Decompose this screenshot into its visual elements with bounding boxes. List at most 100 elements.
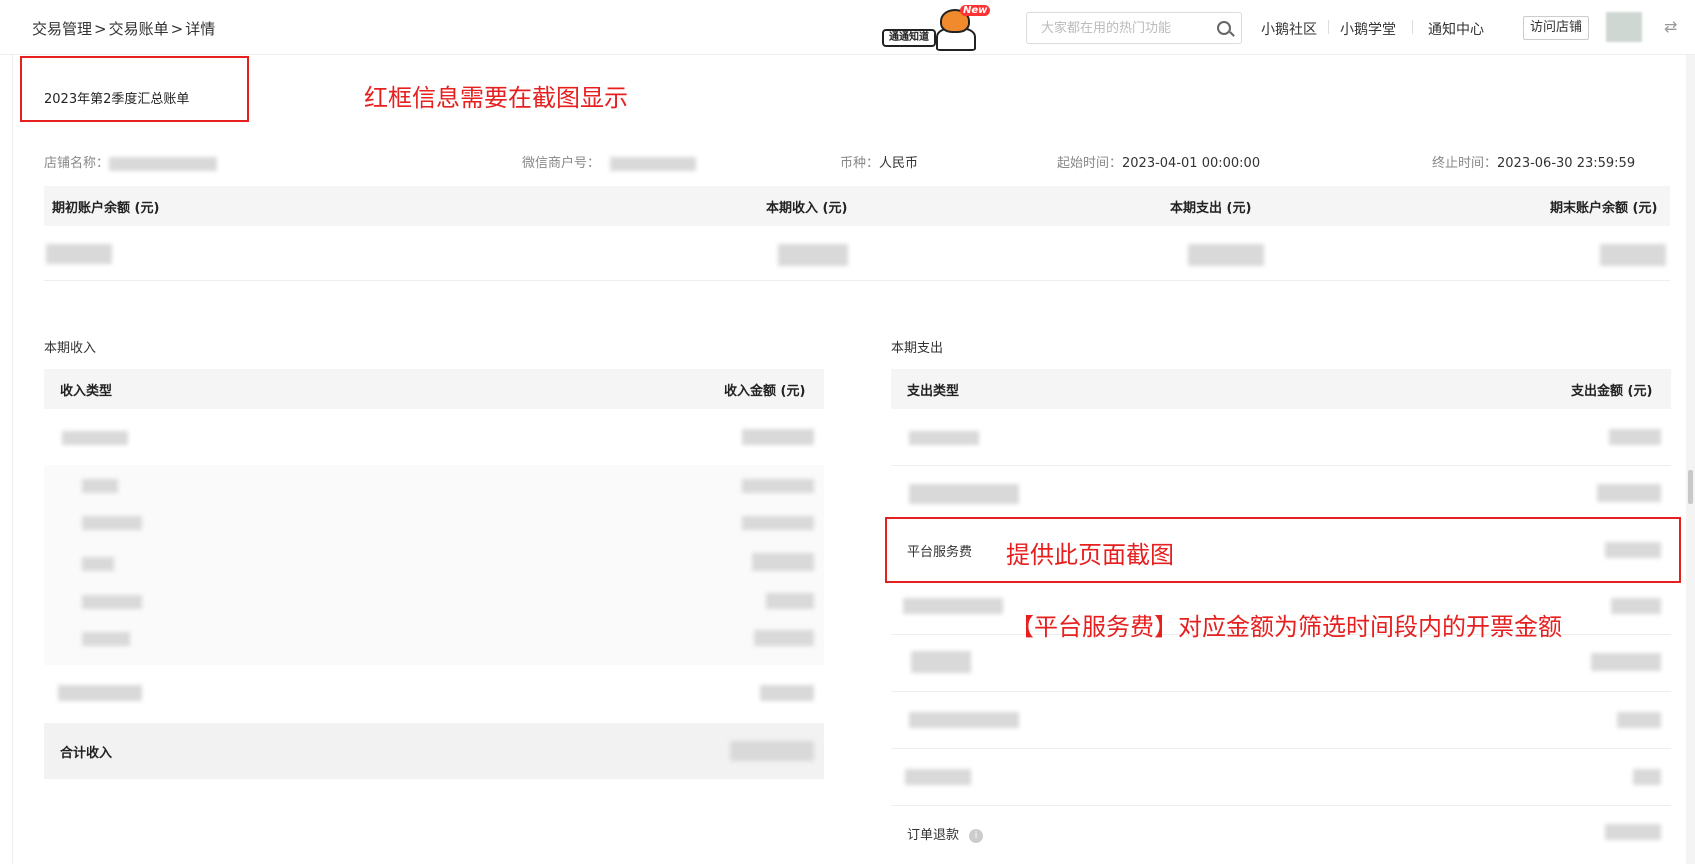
income-table-header: 收入类型 收入金额 (元) [44, 369, 824, 409]
table-row [891, 692, 1671, 748]
expense-type-redacted [909, 484, 1019, 504]
expense-type-redacted [911, 651, 971, 673]
merchant-id-field: 微信商户号： [522, 152, 697, 171]
start-time-field: 起始时间：2023-04-01 00:00:00 [1057, 152, 1260, 171]
expense-amount-redacted [1633, 769, 1661, 785]
search-box[interactable] [1026, 12, 1242, 44]
col-income-type: 收入类型 [60, 384, 113, 399]
annotation-top: 红框信息需要在截图显示 [364, 84, 628, 112]
promo-label: 通通知道 [882, 29, 936, 47]
col-expense-type: 支出类型 [907, 384, 960, 399]
currency-label: 币种： [840, 156, 880, 171]
list-item-redacted [742, 516, 814, 530]
summary-table-row [44, 226, 1670, 281]
merchant-id-label: 微信商户号： [522, 156, 601, 171]
store-name-label: 店铺名称： [44, 156, 110, 171]
income-type-redacted [58, 685, 142, 701]
nav-notifications[interactable]: 通知中心 [1428, 19, 1484, 39]
expense-type-redacted [909, 712, 1019, 728]
income-section-title: 本期收入 [44, 341, 97, 356]
nav-community[interactable]: 小鹅社区 [1261, 19, 1317, 39]
table-row [891, 466, 1671, 522]
col-income-amount: 收入金额 (元) [724, 384, 806, 399]
top-bar: 交易管理>交易账单>详情 通通知道 New 小鹅社区 小鹅学堂 通知中心 访问店… [0, 0, 1695, 55]
end-time-value: 2023-06-30 23:59:59 [1497, 156, 1636, 171]
start-time-value: 2023-04-01 00:00:00 [1122, 156, 1261, 171]
income-total-row: 合计收入 [44, 723, 824, 779]
breadcrumb-details: 详情 [185, 20, 216, 38]
promo-mascot-banner[interactable]: 通通知道 New [882, 5, 991, 51]
end-time-label: 终止时间： [1432, 156, 1498, 171]
search-icon[interactable] [1217, 21, 1231, 35]
store-name-field: 店铺名称： [44, 152, 218, 171]
breadcrumb: 交易管理 > 交易账单 > 详情 [32, 18, 215, 39]
list-item-redacted [82, 557, 114, 571]
list-item-redacted [766, 593, 814, 609]
new-badge: New [960, 5, 991, 16]
expense-type-redacted [909, 431, 979, 445]
table-row [891, 635, 1671, 691]
income-amount-redacted [742, 429, 814, 445]
table-row [891, 749, 1671, 805]
table-row [44, 667, 824, 721]
list-item-redacted [82, 479, 118, 493]
expense-section-title: 本期支出 [891, 341, 944, 356]
expense-amount-redacted [1617, 712, 1661, 728]
col-period-expense: 本期支出 (元) [1170, 201, 1252, 216]
period-expense-redacted [1188, 244, 1264, 266]
visit-store-button[interactable]: 访问店铺 [1523, 16, 1589, 40]
expense-amount-redacted [1591, 653, 1661, 671]
breadcrumb-separator: > [94, 20, 107, 38]
refund-label-wrap: 订单退款 i [907, 824, 984, 843]
expense-type-redacted [905, 769, 971, 785]
breadcrumb-separator: > [170, 20, 184, 38]
col-closing-balance: 期末账户余额 (元) [1550, 201, 1658, 216]
expense-amount-redacted [1611, 598, 1661, 614]
switch-account-icon[interactable]: ⇄ [1664, 17, 1677, 36]
search-input[interactable] [1027, 13, 1207, 43]
list-item-redacted [754, 630, 814, 646]
list-item-redacted [752, 553, 814, 571]
currency-value: 人民币 [879, 156, 919, 171]
table-row [44, 409, 824, 465]
merchant-id-value-redacted [610, 156, 697, 171]
opening-balance-redacted [46, 244, 112, 264]
start-time-label: 起始时间： [1057, 156, 1123, 171]
table-row [891, 409, 1671, 465]
expense-table-header: 支出类型 支出金额 (元) [891, 369, 1671, 409]
info-icon[interactable]: i [969, 828, 984, 843]
avatar[interactable] [1606, 12, 1642, 42]
income-type-redacted [62, 431, 128, 445]
annotation-bottom: 【平台服务费】对应金额为筛选时间段内的开票金额 [1010, 613, 1562, 641]
income-total-label: 合计收入 [60, 746, 113, 761]
period-income-redacted [778, 244, 848, 266]
highlight-box-title [20, 56, 249, 122]
scrollbar-thumb[interactable] [1688, 470, 1693, 504]
expense-amount-redacted [1597, 484, 1661, 502]
income-total-redacted [730, 741, 814, 761]
refund-amount-redacted [1605, 824, 1661, 840]
breadcrumb-trade-management[interactable]: 交易管理 [32, 20, 92, 38]
refund-label: 订单退款 [907, 828, 960, 843]
nav-academy[interactable]: 小鹅学堂 [1340, 19, 1396, 39]
expense-amount-redacted [1609, 429, 1661, 445]
list-item-redacted [82, 632, 130, 646]
list-item-redacted [742, 479, 814, 493]
store-name-value-redacted [109, 156, 218, 171]
col-period-income: 本期收入 (元) [766, 201, 848, 216]
list-item-redacted [82, 516, 142, 530]
col-expense-amount: 支出金额 (元) [1571, 384, 1653, 399]
table-row-refund: 订单退款 i [891, 806, 1671, 860]
nav-divider [1328, 20, 1329, 34]
income-subrows [44, 465, 824, 665]
income-amount-redacted [760, 685, 814, 701]
scrollbar[interactable] [1686, 55, 1695, 864]
end-time-field: 终止时间：2023-06-30 23:59:59 [1432, 152, 1635, 171]
breadcrumb-trade-bills[interactable]: 交易账单 [109, 20, 169, 38]
annotation-middle: 提供此页面截图 [1006, 541, 1174, 569]
currency-field: 币种：人民币 [840, 152, 918, 171]
closing-balance-redacted [1600, 244, 1666, 266]
list-item-redacted [82, 595, 142, 609]
expense-type-redacted [903, 598, 1003, 614]
nav-divider [1412, 20, 1413, 34]
